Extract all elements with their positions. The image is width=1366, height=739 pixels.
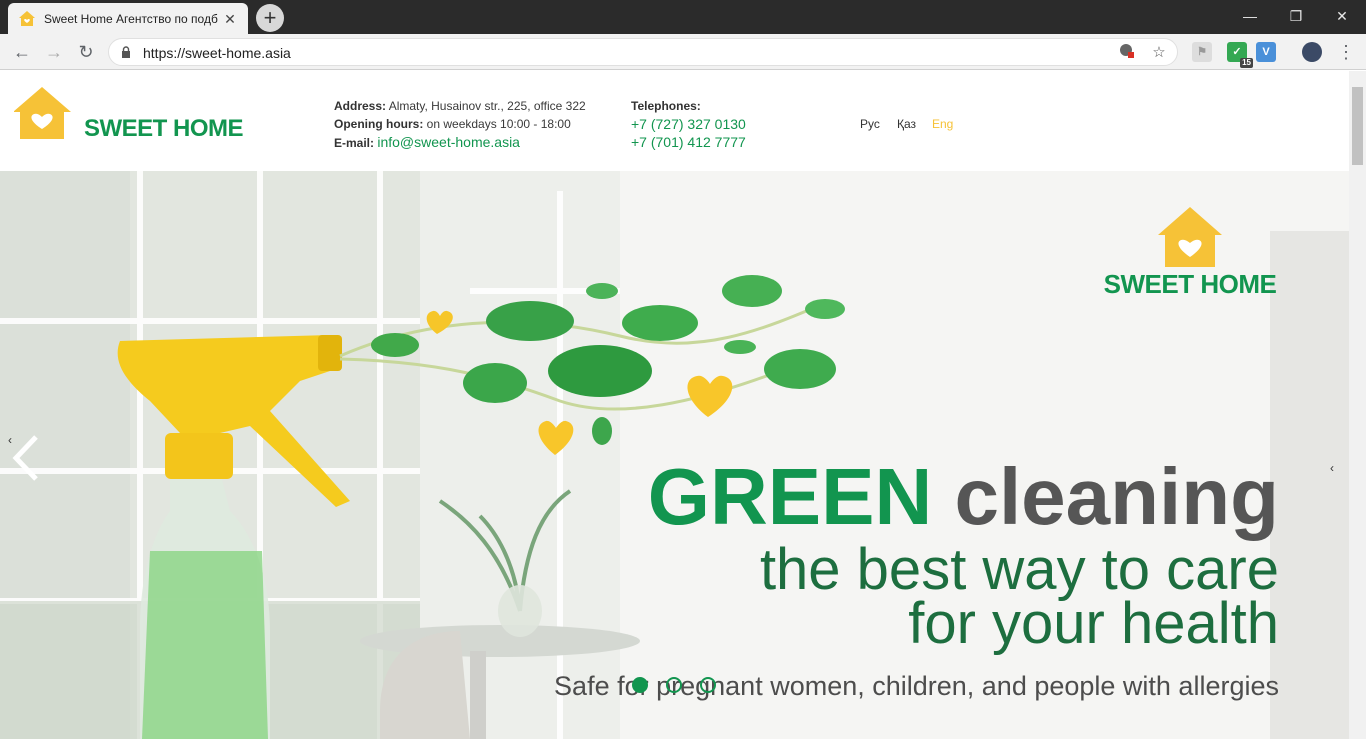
- phone-info: Telephones: +7 (727) 327 0130 +7 (701) 4…: [631, 97, 746, 151]
- hero-logo: SWEET HOME: [1100, 205, 1280, 300]
- headline-green: GREEN: [647, 452, 933, 541]
- scrollbar-thumb[interactable]: [1352, 87, 1363, 165]
- tab-close-icon[interactable]: ✕: [222, 11, 238, 27]
- blocked-cookies-icon[interactable]: [1117, 43, 1137, 63]
- subline-line-1: the best way to care: [759, 537, 1279, 602]
- hero-logo-text: SWEET HOME: [1103, 269, 1277, 299]
- address-bar[interactable]: https://sweet-home.asia ☆: [108, 38, 1178, 66]
- headline-gray: cleaning: [932, 452, 1279, 541]
- back-button[interactable]: ←: [10, 40, 34, 64]
- site-header: SWEET HOME Address: Almaty, Husainov str…: [0, 71, 1349, 171]
- address-line: Address: Almaty, Husainov str., 225, off…: [334, 97, 586, 115]
- extension-flag-icon[interactable]: ⚑: [1192, 42, 1212, 62]
- hero-subline: the best way to care for your health: [759, 537, 1279, 656]
- browser-toolbar: ← → ↻ https://sweet-home.asia ☆ ⚑ ✓ 15 V …: [0, 34, 1366, 70]
- house-heart-icon: [1158, 207, 1222, 267]
- address-value: Almaty, Husainov str., 225, office 322: [388, 99, 586, 113]
- browser-tab[interactable]: Sweet Home Агентство по подб ✕: [8, 3, 248, 34]
- slider-prev-arrow-icon[interactable]: [10, 433, 42, 483]
- hours-label: Opening hours:: [334, 117, 424, 131]
- email-line: E-mail: info@sweet-home.asia: [334, 133, 586, 152]
- phones-label: Telephones:: [631, 99, 701, 113]
- subline-line-2: for your health: [908, 591, 1279, 656]
- slider-dots: [632, 677, 716, 693]
- phone-link-2[interactable]: +7 (701) 412 7777: [631, 133, 746, 151]
- contact-info: Address: Almaty, Husainov str., 225, off…: [334, 97, 586, 152]
- email-label: E-mail:: [334, 136, 375, 150]
- slider-next-icon[interactable]: ‹: [1330, 461, 1334, 475]
- bookmark-star-icon[interactable]: ☆: [1149, 43, 1169, 63]
- hero-slider: SWEET HOME GREEN cleaning the best way t…: [0, 171, 1349, 739]
- address-label: Address:: [334, 99, 387, 113]
- lang-ru[interactable]: Рус: [860, 117, 880, 131]
- shield-extension-icon[interactable]: ✓ 15: [1227, 42, 1253, 68]
- slider-prev-small-icon[interactable]: ‹: [8, 433, 12, 447]
- lang-en[interactable]: Eng: [932, 117, 953, 131]
- menu-kebab-icon[interactable]: ⋮: [1334, 40, 1358, 64]
- slider-dot-3[interactable]: [700, 677, 716, 693]
- site-logo[interactable]: SWEET HOME: [13, 85, 254, 145]
- reload-button[interactable]: ↻: [74, 40, 98, 64]
- page-scrollbar[interactable]: [1349, 71, 1366, 739]
- lang-kz[interactable]: Қаз: [897, 117, 916, 131]
- phone-link-1[interactable]: +7 (727) 327 0130: [631, 115, 746, 133]
- hours-value: on weekdays 10:00 - 18:00: [426, 117, 571, 131]
- web-page: SWEET HOME Address: Almaty, Husainov str…: [0, 71, 1349, 739]
- v-extension-icon[interactable]: V: [1256, 42, 1276, 62]
- slider-dot-1[interactable]: [632, 677, 648, 693]
- house-icon: [19, 10, 35, 26]
- tab-title: Sweet Home Агентство по подб: [44, 11, 218, 26]
- close-window-button[interactable]: ✕: [1319, 4, 1365, 28]
- restore-button[interactable]: ❐: [1273, 4, 1319, 28]
- house-heart-icon: [13, 87, 71, 139]
- hero-headline: GREEN cleaning: [648, 457, 1279, 537]
- profile-avatar[interactable]: [1302, 42, 1322, 62]
- new-tab-button[interactable]: +: [256, 4, 284, 32]
- hours-line: Opening hours: on weekdays 10:00 - 18:00: [334, 115, 586, 133]
- forward-button[interactable]: →: [42, 40, 66, 64]
- lock-icon: [122, 46, 130, 58]
- slider-dot-2[interactable]: [666, 677, 682, 693]
- extension-badge: 15: [1240, 58, 1253, 68]
- browser-tab-bar: Sweet Home Агентство по подб ✕ + — ❐ ✕: [0, 0, 1366, 34]
- minimize-button[interactable]: —: [1227, 4, 1273, 28]
- logo-text: SWEET HOME: [84, 115, 244, 142]
- url-text[interactable]: https://sweet-home.asia: [143, 45, 291, 61]
- email-link[interactable]: info@sweet-home.asia: [377, 134, 520, 150]
